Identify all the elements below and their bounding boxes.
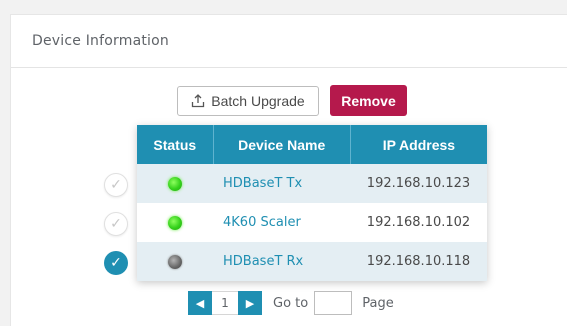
check-icon: ✓ bbox=[110, 255, 122, 271]
device-name-link[interactable]: HDBaseT Tx bbox=[213, 164, 350, 203]
header-status[interactable]: Status bbox=[137, 125, 214, 164]
status-offline-icon bbox=[168, 254, 182, 269]
row-checkbox-2[interactable]: ✓ bbox=[104, 212, 128, 236]
upload-icon bbox=[192, 94, 205, 108]
header-device-name[interactable]: Device Name bbox=[214, 125, 351, 164]
table-row[interactable]: HDBaseT Rx 192.168.10.118 bbox=[137, 242, 487, 281]
row-checkbox-1[interactable]: ✓ bbox=[104, 173, 128, 197]
prev-page-button[interactable]: ◀ bbox=[188, 291, 212, 315]
table-row[interactable]: HDBaseT Tx 192.168.10.123 bbox=[137, 164, 487, 203]
panel-title: Device Information bbox=[11, 15, 567, 68]
next-page-button[interactable]: ▶ bbox=[238, 291, 262, 315]
check-icon: ✓ bbox=[110, 216, 122, 232]
status-online-icon bbox=[168, 215, 182, 230]
ip-address: 192.168.10.102 bbox=[366, 215, 471, 230]
table-header: Status Device Name IP Address bbox=[137, 125, 487, 164]
device-table: Status Device Name IP Address HDBaseT Tx… bbox=[137, 125, 487, 281]
page-label: Page bbox=[362, 295, 394, 311]
triangle-right-icon: ▶ bbox=[245, 296, 255, 310]
triangle-left-icon: ◀ bbox=[195, 296, 205, 310]
status-online-icon bbox=[168, 176, 182, 191]
remove-button[interactable]: Remove bbox=[330, 85, 407, 116]
device-name-link[interactable]: HDBaseT Rx bbox=[213, 242, 350, 281]
header-ip-address[interactable]: IP Address bbox=[351, 125, 487, 164]
current-page-number[interactable]: 1 bbox=[212, 291, 238, 315]
goto-label: Go to bbox=[273, 295, 309, 311]
pagination: ◀ 1 ▶ Go to Page bbox=[188, 290, 394, 316]
check-icon: ✓ bbox=[110, 177, 122, 193]
ip-address: 192.168.10.123 bbox=[366, 176, 471, 191]
batch-upgrade-label: Batch Upgrade bbox=[211, 93, 305, 109]
goto-page-input[interactable] bbox=[314, 291, 353, 315]
device-name-link[interactable]: 4K60 Scaler bbox=[213, 203, 350, 242]
batch-upgrade-button[interactable]: Batch Upgrade bbox=[177, 86, 319, 116]
row-checkbox-3[interactable]: ✓ bbox=[104, 251, 128, 275]
ip-address: 192.168.10.118 bbox=[366, 254, 471, 269]
table-row[interactable]: 4K60 Scaler 192.168.10.102 bbox=[137, 203, 487, 242]
